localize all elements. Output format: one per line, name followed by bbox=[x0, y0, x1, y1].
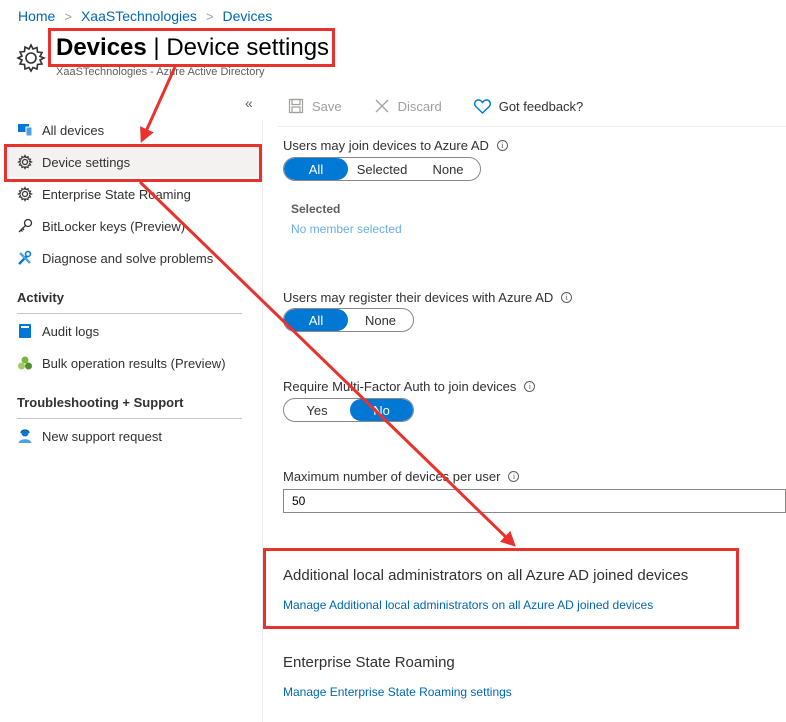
info-icon[interactable]: i bbox=[508, 471, 520, 482]
mfa-join-label-text: Require Multi-Factor Auth to join device… bbox=[283, 379, 517, 394]
support-person-icon bbox=[16, 427, 34, 445]
breadcrumb-org-link[interactable]: XaaSTechnologies bbox=[81, 8, 197, 24]
max-devices-label: Maximum number of devices per user i bbox=[283, 469, 520, 484]
register-devices-option-all[interactable]: All bbox=[284, 309, 348, 331]
sidebar-divider bbox=[17, 418, 242, 419]
collapse-sidebar-icon[interactable]: « bbox=[245, 95, 253, 111]
annotation-box-device-settings bbox=[4, 144, 262, 182]
command-bar-divider bbox=[278, 126, 786, 127]
max-devices-label-text: Maximum number of devices per user bbox=[283, 469, 501, 484]
feedback-label: Got feedback? bbox=[498, 98, 584, 114]
join-devices-label: Users may join devices to Azure AD i bbox=[283, 138, 508, 153]
breadcrumb-separator: > bbox=[64, 8, 72, 24]
register-devices-label: Users may register their devices with Az… bbox=[283, 290, 573, 305]
key-icon bbox=[16, 217, 34, 235]
sidebar-item-new-support-request[interactable]: New support request bbox=[8, 421, 260, 451]
annotation-box-title bbox=[48, 28, 335, 67]
feedback-button[interactable]: Got feedback? bbox=[473, 98, 584, 114]
heart-icon bbox=[473, 98, 491, 114]
annotation-box-local-admins bbox=[263, 548, 739, 629]
page-subtitle: XaaSTechnologies - Azure Active Director… bbox=[56, 66, 265, 78]
sidebar-item-bulk-operations[interactable]: Bulk operation results (Preview) bbox=[8, 348, 260, 378]
close-icon bbox=[375, 99, 389, 113]
gear-icon bbox=[16, 185, 34, 203]
join-devices-option-none[interactable]: None bbox=[416, 158, 480, 180]
sidebar-item-label: Diagnose and solve problems bbox=[42, 250, 214, 266]
max-devices-input[interactable]: 50 bbox=[283, 489, 786, 513]
sidebar-item-enterprise-state-roaming[interactable]: Enterprise State Roaming bbox=[8, 179, 260, 209]
join-devices-toggle: All Selected None bbox=[283, 157, 481, 181]
tools-icon bbox=[16, 249, 34, 267]
mfa-join-option-no[interactable]: No bbox=[350, 399, 413, 421]
join-devices-label-text: Users may join devices to Azure AD bbox=[283, 138, 489, 153]
register-devices-option-none[interactable]: None bbox=[348, 309, 413, 331]
sidebar-item-audit-logs[interactable]: Audit logs bbox=[8, 316, 260, 346]
mfa-join-option-yes[interactable]: Yes bbox=[284, 399, 350, 421]
sidebar-divider bbox=[17, 313, 242, 314]
sidebar-item-label: All devices bbox=[42, 122, 105, 138]
info-icon[interactable]: i bbox=[561, 292, 573, 303]
sidebar-item-label: Bulk operation results (Preview) bbox=[42, 355, 226, 371]
mfa-join-toggle: Yes No bbox=[283, 398, 414, 422]
sidebar-section-activity: Activity bbox=[17, 290, 64, 305]
sidebar-border bbox=[262, 120, 263, 722]
log-book-icon bbox=[16, 322, 34, 340]
esr-heading: Enterprise State Roaming bbox=[283, 654, 455, 671]
info-icon[interactable]: i bbox=[496, 140, 508, 151]
command-bar: Save Discard Got feedback? bbox=[288, 98, 615, 114]
devices-icon bbox=[16, 121, 34, 139]
manage-esr-link[interactable]: Manage Enterprise State Roaming settings bbox=[283, 685, 512, 699]
save-button[interactable]: Save bbox=[288, 98, 342, 114]
sidebar-item-bitlocker-keys[interactable]: BitLocker keys (Preview) bbox=[8, 211, 260, 241]
sidebar-item-diagnose-solve[interactable]: Diagnose and solve problems bbox=[8, 243, 260, 273]
register-devices-toggle: All None bbox=[283, 308, 414, 332]
join-devices-option-all[interactable]: All bbox=[284, 158, 348, 180]
sidebar-section-support: Troubleshooting + Support bbox=[17, 395, 184, 410]
sidebar-item-label: New support request bbox=[42, 428, 162, 444]
breadcrumb-separator: > bbox=[205, 8, 214, 24]
info-icon[interactable]: i bbox=[524, 381, 536, 392]
breadcrumb-home-link[interactable]: Home bbox=[18, 8, 55, 24]
discard-button[interactable]: Discard bbox=[374, 98, 442, 114]
register-devices-label-text: Users may register their devices with Az… bbox=[283, 290, 554, 305]
save-label: Save bbox=[312, 98, 342, 114]
mfa-join-label: Require Multi-Factor Auth to join device… bbox=[283, 379, 536, 394]
selected-members-label: Selected bbox=[291, 202, 341, 216]
breadcrumb: Home > XaaSTechnologies > Devices bbox=[18, 8, 272, 24]
gear-icon bbox=[16, 43, 46, 73]
selected-members-value: No member selected bbox=[291, 222, 402, 236]
join-devices-option-selected[interactable]: Selected bbox=[348, 158, 416, 180]
bulk-operations-icon bbox=[16, 354, 34, 372]
sidebar-item-label: BitLocker keys (Preview) bbox=[42, 218, 186, 234]
sidebar-item-label: Audit logs bbox=[42, 323, 100, 339]
breadcrumb-devices-link[interactable]: Devices bbox=[223, 8, 273, 24]
discard-label: Discard bbox=[397, 98, 442, 114]
sidebar-item-all-devices[interactable]: All devices bbox=[8, 115, 260, 145]
save-icon bbox=[288, 98, 304, 114]
sidebar-item-label: Enterprise State Roaming bbox=[42, 186, 191, 202]
